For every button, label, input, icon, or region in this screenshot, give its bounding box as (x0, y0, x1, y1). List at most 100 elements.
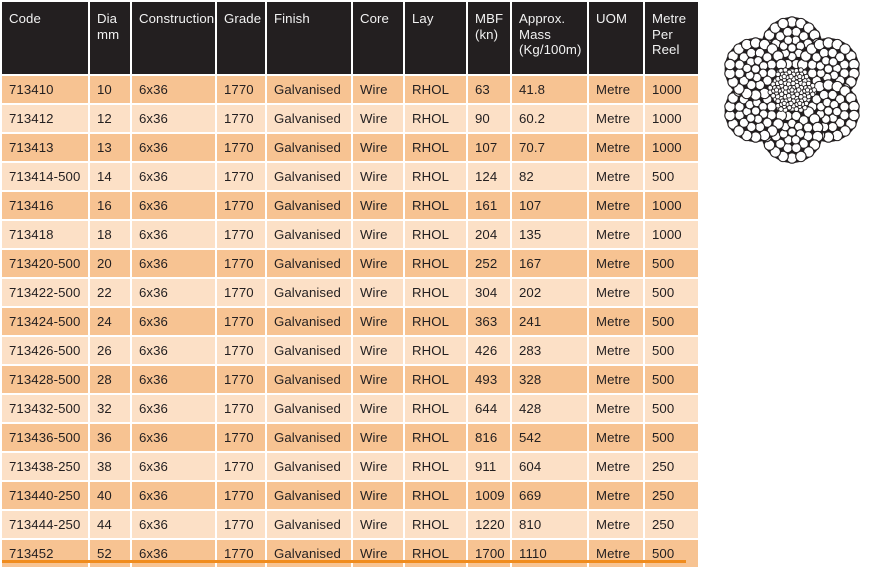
cell-lay: RHOL (405, 308, 466, 335)
cell-reel: 1000 (645, 76, 698, 103)
cell-grade: 1770 (217, 250, 265, 277)
table-row[interactable]: 713412 12 6x36 1770 Galvanised Wire RHOL 90 60.2… (2, 105, 698, 132)
column-header-line: Construction (139, 11, 215, 26)
table-row[interactable]: 713440-250 40 6x36 1770 Galvanised Wire RHOL 10… (2, 482, 698, 509)
cell-mbf: 161 (468, 192, 510, 219)
cell-core: Wire (353, 424, 403, 451)
table-row[interactable]: 713422-500 22 6x36 1770 Galvanised Wire RHOL 30… (2, 279, 698, 306)
spec-table-container: Code Dia mm Construction Grade Finish Core Lay M… (0, 0, 700, 569)
cell-fin: Galvanised (267, 279, 351, 306)
cell-core: Wire (353, 76, 403, 103)
table-row[interactable]: 713432-500 32 6x36 1770 Galvanised Wire RHOL 64… (2, 395, 698, 422)
cell-grade: 1770 (217, 337, 265, 364)
cell-fin: Galvanised (267, 163, 351, 190)
cell-mass: 328 (512, 366, 587, 393)
table-row[interactable]: 713413 13 6x36 1770 Galvanised Wire RHOL 107 70.… (2, 134, 698, 161)
cell-dia: 38 (90, 453, 130, 480)
cell-grade: 1770 (217, 482, 265, 509)
table-row[interactable]: 713428-500 28 6x36 1770 Galvanised Wire RHOL 49… (2, 366, 698, 393)
column-header-grade: Grade (217, 2, 265, 74)
cell-code: 713428-500 (2, 366, 88, 393)
cell-con: 6x36 (132, 221, 215, 248)
cell-mass: 669 (512, 482, 587, 509)
cell-fin: Galvanised (267, 511, 351, 538)
cell-uom: Metre (589, 163, 643, 190)
table-row[interactable]: 713438-250 38 6x36 1770 Galvanised Wire RHOL 91… (2, 453, 698, 480)
table-row[interactable]: 713418 18 6x36 1770 Galvanised Wire RHOL 204 135… (2, 221, 698, 248)
cell-mass: 167 (512, 250, 587, 277)
cell-lay: RHOL (405, 163, 466, 190)
column-header-line: mm (97, 26, 120, 42)
cell-reel: 500 (645, 395, 698, 422)
cell-code: 713424-500 (2, 308, 88, 335)
table-body: 713410 10 6x36 1770 Galvanised Wire RHOL 63 41.8… (2, 76, 698, 567)
cell-dia: 18 (90, 221, 130, 248)
cell-con: 6x36 (132, 163, 215, 190)
cell-reel: 250 (645, 482, 698, 509)
cell-uom: Metre (589, 105, 643, 132)
table-row[interactable]: 713436-500 36 6x36 1770 Galvanised Wire RHOL 81… (2, 424, 698, 451)
column-header-line: Metre (652, 11, 687, 26)
cell-mbf: 644 (468, 395, 510, 422)
cell-dia: 14 (90, 163, 130, 190)
cell-fin: Galvanised (267, 134, 351, 161)
table-row[interactable]: 713424-500 24 6x36 1770 Galvanised Wire RHOL 36… (2, 308, 698, 335)
cell-code: 713410 (2, 76, 88, 103)
column-header-line: Core (360, 11, 389, 26)
cell-uom: Metre (589, 366, 643, 393)
cell-dia: 26 (90, 337, 130, 364)
cell-core: Wire (353, 337, 403, 364)
cell-con: 6x36 (132, 250, 215, 277)
cell-fin: Galvanised (267, 105, 351, 132)
cell-grade: 1770 (217, 76, 265, 103)
page-root: Code Dia mm Construction Grade Finish Core Lay M… (0, 0, 880, 569)
cell-uom: Metre (589, 76, 643, 103)
cell-uom: Metre (589, 337, 643, 364)
cell-mass: 107 (512, 192, 587, 219)
cell-reel: 500 (645, 424, 698, 451)
rope-cross-section-svg (724, 16, 860, 164)
cell-uom: Metre (589, 511, 643, 538)
cell-lay: RHOL (405, 76, 466, 103)
table-row[interactable]: 713420-500 20 6x36 1770 Galvanised Wire RHOL 25… (2, 250, 698, 277)
column-header-line: Lay (412, 11, 434, 26)
cell-uom: Metre (589, 134, 643, 161)
column-header-dia: Dia mm (90, 2, 130, 74)
cell-uom: Metre (589, 424, 643, 451)
cell-mass: 60.2 (512, 105, 587, 132)
table-row[interactable]: 713414-500 14 6x36 1770 Galvanised Wire RHOL 12… (2, 163, 698, 190)
cell-dia: 28 (90, 366, 130, 393)
table-row[interactable]: 713416 16 6x36 1770 Galvanised Wire RHOL 161 107… (2, 192, 698, 219)
cell-grade: 1770 (217, 105, 265, 132)
cell-reel: 1000 (645, 192, 698, 219)
cell-reel: 1000 (645, 221, 698, 248)
cell-mass: 810 (512, 511, 587, 538)
table-row[interactable]: 713426-500 26 6x36 1770 Galvanised Wire RHOL 42… (2, 337, 698, 364)
cell-grade: 1770 (217, 279, 265, 306)
column-header-line: Reel (652, 42, 680, 57)
table-row[interactable]: 713444-250 44 6x36 1770 Galvanised Wire RHOL 12… (2, 511, 698, 538)
cell-con: 6x36 (132, 192, 215, 219)
cell-fin: Galvanised (267, 482, 351, 509)
cell-mbf: 1009 (468, 482, 510, 509)
table-row[interactable]: 713410 10 6x36 1770 Galvanised Wire RHOL 63 41.8… (2, 76, 698, 103)
cell-reel: 1000 (645, 134, 698, 161)
cell-mbf: 124 (468, 163, 510, 190)
column-header-line: Finish (274, 11, 310, 26)
cell-code: 713420-500 (2, 250, 88, 277)
cell-fin: Galvanised (267, 76, 351, 103)
cell-dia: 40 (90, 482, 130, 509)
cell-dia: 24 (90, 308, 130, 335)
cell-core: Wire (353, 192, 403, 219)
cell-con: 6x36 (132, 366, 215, 393)
cell-mbf: 493 (468, 366, 510, 393)
cell-grade: 1770 (217, 453, 265, 480)
cell-grade: 1770 (217, 134, 265, 161)
cell-mass: 41.8 (512, 76, 587, 103)
cell-dia: 12 (90, 105, 130, 132)
cell-mass: 604 (512, 453, 587, 480)
cell-code: 713414-500 (2, 163, 88, 190)
cell-lay: RHOL (405, 511, 466, 538)
cell-fin: Galvanised (267, 308, 351, 335)
cell-mass: 135 (512, 221, 587, 248)
